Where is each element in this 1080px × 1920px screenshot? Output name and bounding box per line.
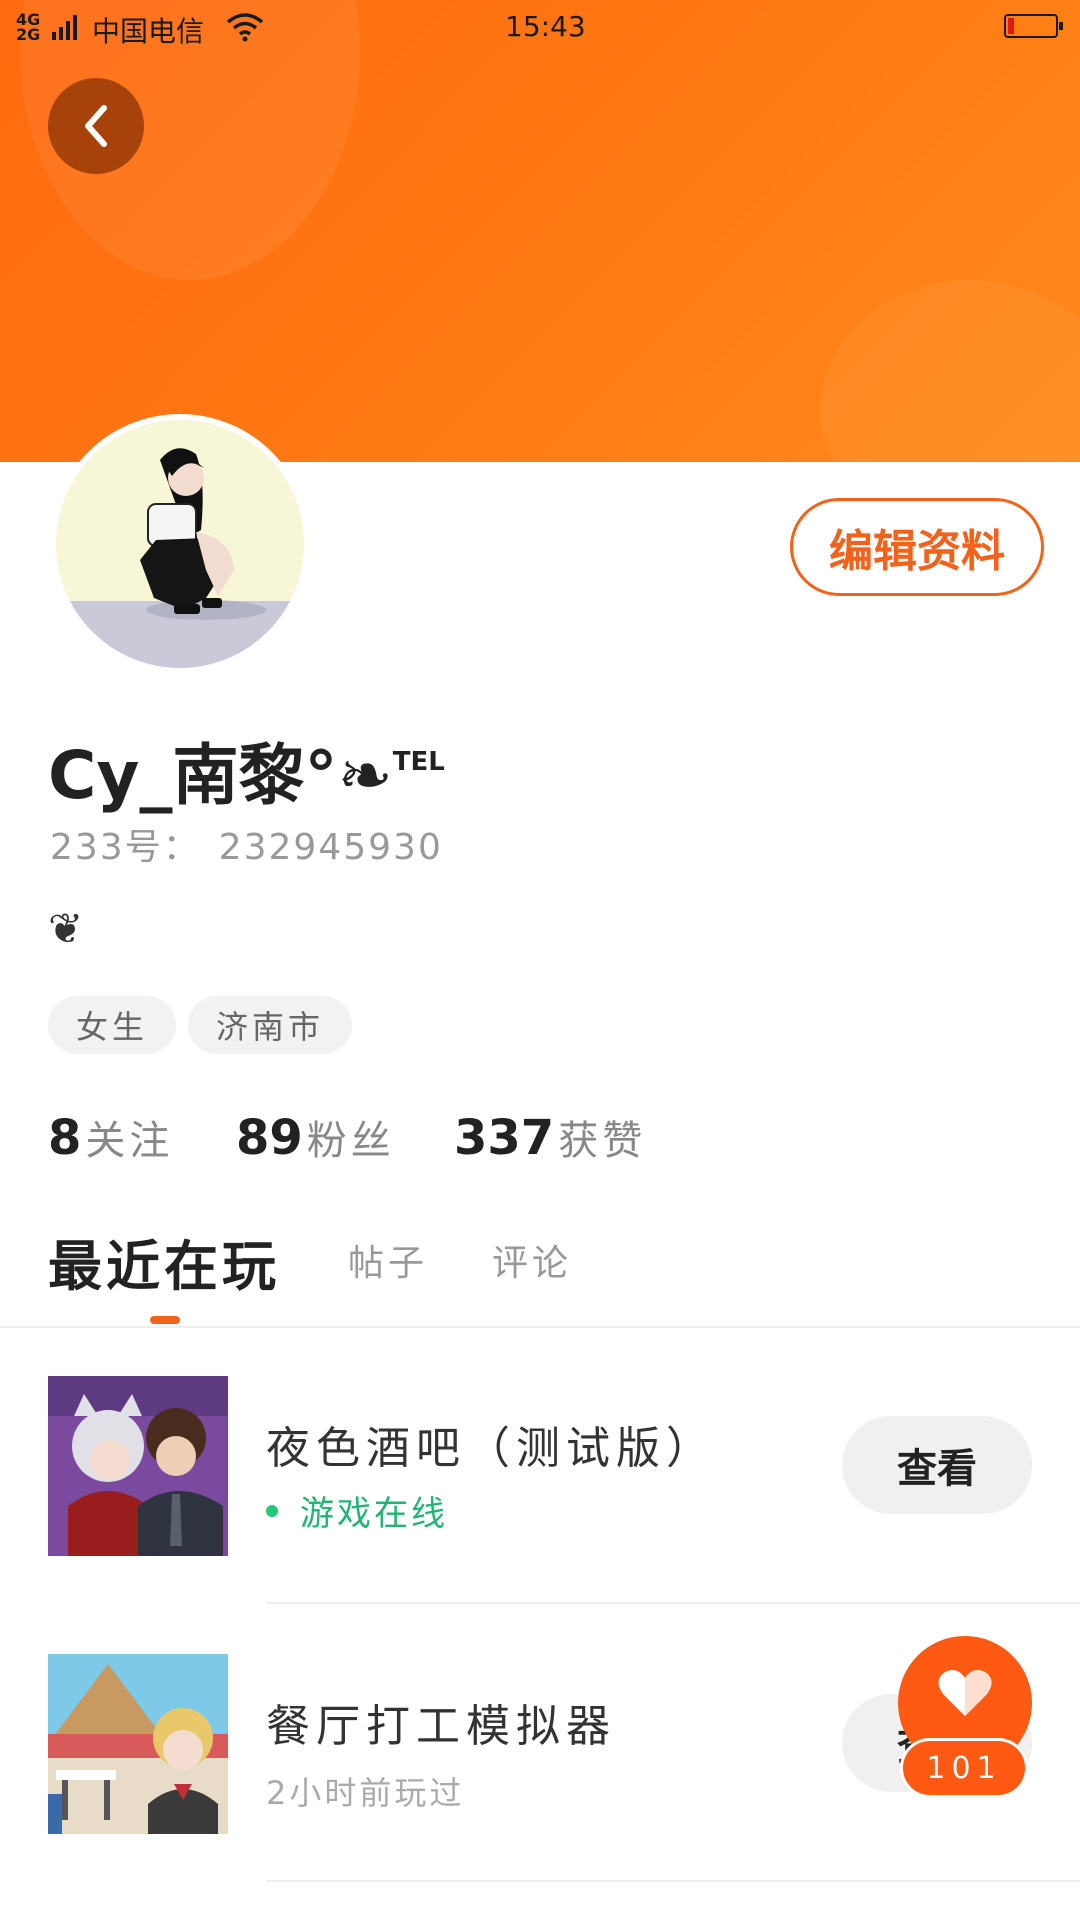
edit-profile-button[interactable]: 编辑资料 [790, 498, 1044, 596]
stat-label: 获赞 [558, 1118, 647, 1164]
stat-number: 89 [236, 1110, 303, 1166]
wifi-icon [226, 12, 264, 49]
battery-icon [1004, 14, 1063, 38]
game-title: 餐厅打工模拟器 [266, 1701, 616, 1752]
stat-followers[interactable]: 89 粉丝 [236, 1108, 395, 1166]
username-text: Cy_南黎°❧ [48, 737, 393, 814]
stat-following[interactable]: 8 关注 [48, 1108, 173, 1166]
heart-icon [938, 1670, 992, 1716]
user-id-label: 233号： [50, 827, 201, 868]
tab-comments[interactable]: 评论 [492, 1234, 572, 1286]
chevron-left-icon [85, 105, 107, 147]
divider [0, 1326, 1080, 1328]
profile-page: 4G 2G 中国电信 15:43 编辑资料 Cy_南黎°❧TEL 233号： 2… [0, 0, 1080, 1920]
divider [266, 1880, 1080, 1882]
stat-number: 337 [454, 1110, 555, 1166]
signal-icon [52, 14, 82, 40]
username-suffix: TEL [392, 747, 445, 777]
profile-banner [0, 0, 1080, 462]
username: Cy_南黎°❧TEL [48, 722, 445, 818]
tab-indicator [150, 1316, 180, 1324]
carrier-name: 中国电信 [92, 15, 205, 48]
game-status-text: 游戏在线 [300, 1494, 448, 1534]
avatar[interactable] [50, 414, 310, 674]
user-id: 233号： 232945930 [50, 818, 443, 870]
location-tag: 济南市 [188, 996, 353, 1054]
game-status-online: 游戏在线 [266, 1486, 448, 1535]
avatar-image [56, 420, 304, 668]
game-title: 夜色酒吧（测试版） [266, 1423, 716, 1474]
gender-tag: 女生 [48, 996, 177, 1054]
tab-posts[interactable]: 帖子 [348, 1234, 428, 1286]
list-item[interactable]: 夜色酒吧（测试版） 游戏在线 查看 [0, 1376, 1080, 1556]
status-bar: 4G 2G 中国电信 15:43 [0, 0, 1080, 54]
game-last-played: 2小时前玩过 [266, 1774, 465, 1812]
network-type: 4G 2G [16, 12, 41, 44]
banner-decoration [820, 280, 1080, 462]
network-label-2: 2G [16, 25, 41, 44]
online-dot-icon [266, 1504, 278, 1517]
like-count: 101 [900, 1738, 1028, 1798]
view-button[interactable]: 查看 [842, 1416, 1032, 1514]
tab-recently-played[interactable]: 最近在玩 [48, 1222, 280, 1301]
stat-label: 关注 [85, 1118, 174, 1164]
stat-label: 粉丝 [306, 1118, 395, 1164]
divider [266, 1602, 1080, 1604]
bio: ❦ [48, 904, 84, 953]
stat-likes[interactable]: 337 获赞 [454, 1108, 646, 1166]
stat-number: 8 [48, 1110, 82, 1166]
game-thumbnail [48, 1376, 228, 1556]
back-button[interactable] [48, 78, 144, 174]
user-id-value: 232945930 [218, 827, 443, 868]
clock: 15:43 [505, 10, 586, 43]
game-thumbnail [48, 1654, 228, 1834]
